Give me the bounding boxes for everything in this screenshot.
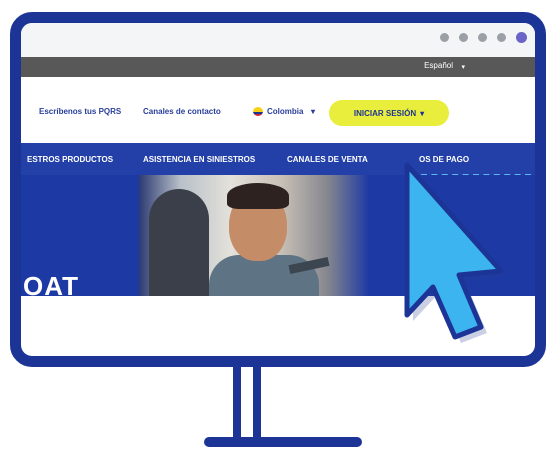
browser-toolbar (21, 23, 535, 57)
monitor-frame: Español ▾ Escríbenos tus PQRS Canales de… (10, 12, 546, 367)
screen: Español ▾ Escríbenos tus PQRS Canales de… (21, 23, 535, 356)
pointer-cursor-icon (404, 162, 507, 343)
car-seat (149, 189, 209, 296)
pqrs-link[interactable]: Escríbenos tus PQRS (39, 107, 121, 116)
extension-icon[interactable] (440, 33, 449, 42)
login-label: INICIAR SESIÓN (353, 108, 417, 118)
star-icon[interactable] (459, 33, 468, 42)
chevron-down-icon[interactable]: ▾ (311, 107, 315, 116)
profile-avatar[interactable] (516, 32, 527, 43)
country-selector[interactable]: Colombia (267, 107, 303, 116)
browser-controls (440, 32, 527, 43)
top-navigation: Escríbenos tus PQRS Canales de contacto … (21, 77, 535, 143)
monitor-stand (233, 367, 261, 440)
hero-photo (139, 175, 369, 296)
puzzle-icon[interactable] (478, 33, 487, 42)
menu-item-sales[interactable]: CANALES DE VENTA (287, 155, 368, 164)
language-bar: Español ▾ (21, 57, 535, 77)
chevron-down-icon: ▾ (420, 108, 425, 118)
person-hair (227, 183, 289, 209)
monitor-base (204, 437, 362, 447)
contact-channels-link[interactable]: Canales de contacto (143, 107, 221, 116)
language-selector[interactable]: Español (424, 61, 453, 70)
menu-item-claims[interactable]: ASISTENCIA EN SINIESTROS (143, 155, 255, 164)
colombia-flag-icon (253, 107, 263, 116)
chevron-down-icon[interactable]: ▾ (461, 63, 465, 71)
menu-item-products[interactable]: ESTROS PRODUCTOS (27, 155, 113, 164)
login-button[interactable]: INICIAR SESIÓN ▾ (329, 100, 449, 126)
menu-icon[interactable] (497, 33, 506, 42)
hero-title: OAT (23, 271, 79, 296)
